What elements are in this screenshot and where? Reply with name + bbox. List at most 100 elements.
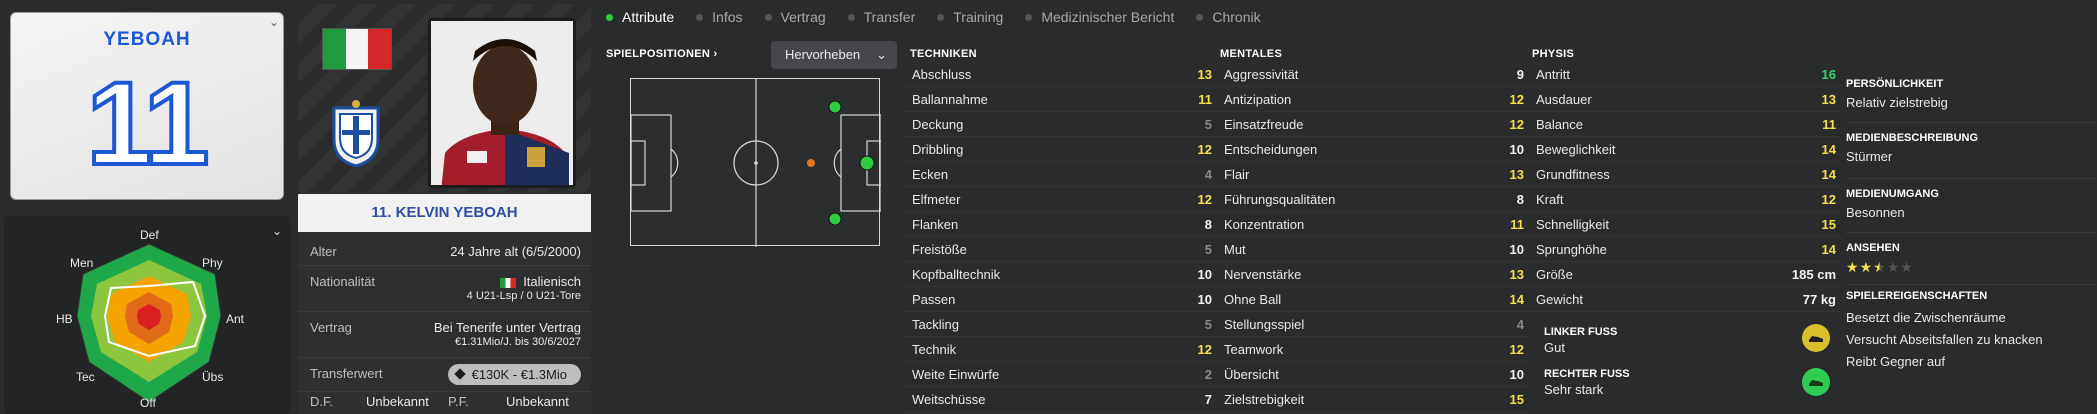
attribute-value: 7 bbox=[1204, 392, 1212, 407]
techniques-title: TECHNIKEN bbox=[910, 48, 977, 60]
attribute-row[interactable]: Größe 185 cm bbox=[1528, 262, 1840, 287]
tab-attribute[interactable]: Attribute bbox=[606, 9, 674, 25]
attribute-row[interactable]: Nervenstärke 13 bbox=[1216, 262, 1528, 287]
attribute-row[interactable]: Dribbling 12 bbox=[904, 137, 1216, 162]
highlight-dropdown[interactable]: Hervorheben ⌄ bbox=[771, 41, 897, 69]
transfer-value: €130K - €1.3Mio bbox=[471, 367, 567, 382]
italy-flag-small-icon bbox=[499, 277, 516, 288]
kit-shirt[interactable]: ⌄ YEBOAH 11 bbox=[10, 12, 284, 200]
mental-title: MENTALES bbox=[1220, 48, 1283, 60]
player-name[interactable]: 11. KELVIN YEBOAH bbox=[298, 194, 591, 232]
tab-infos[interactable]: Infos bbox=[696, 9, 743, 25]
attribute-row[interactable]: Konzentration 11 bbox=[1216, 212, 1528, 237]
position-pitch[interactable] bbox=[630, 78, 881, 247]
attribute-name: Dribbling bbox=[912, 142, 964, 157]
attribute-name: Aggressivität bbox=[1224, 67, 1299, 82]
attribute-row[interactable]: Gewicht 77 kg bbox=[1528, 287, 1840, 312]
attribute-name: Einsatzfreude bbox=[1224, 117, 1304, 132]
trait-item[interactable]: Besetzt die Zwischenräume bbox=[1846, 310, 2096, 325]
df-label: D.F. bbox=[310, 394, 334, 409]
info-transfer-row: Transferwert €130K - €1.3Mio bbox=[298, 358, 591, 392]
contract-label: Vertrag bbox=[310, 320, 352, 335]
attribute-row[interactable]: Sprunghöhe 14 bbox=[1528, 237, 1840, 262]
left-foot-value: Gut bbox=[1544, 340, 1565, 355]
attribute-row[interactable]: Abschluss 13 bbox=[904, 62, 1216, 87]
attribute-row[interactable]: Schnelligkeit 15 bbox=[1528, 212, 1840, 237]
attribute-value: 12 bbox=[1509, 92, 1524, 107]
attribute-value: 12 bbox=[1821, 192, 1836, 207]
attribute-value: 11 bbox=[1198, 92, 1212, 107]
tab-chronik[interactable]: Chronik bbox=[1196, 9, 1261, 25]
attribute-row[interactable]: Freistöße 5 bbox=[904, 237, 1216, 262]
divider bbox=[1846, 284, 2096, 285]
attribute-row[interactable]: Führungsqualitäten 8 bbox=[1216, 187, 1528, 212]
attribute-row[interactable]: Beweglichkeit 14 bbox=[1528, 137, 1840, 162]
attribute-row[interactable]: Ecken 4 bbox=[904, 162, 1216, 187]
attribute-value: 5 bbox=[1204, 317, 1212, 332]
attribute-row[interactable]: Entscheidungen 10 bbox=[1216, 137, 1528, 162]
attribute-name: Sprunghöhe bbox=[1536, 242, 1607, 257]
attribute-value: 10 bbox=[1197, 267, 1212, 282]
techniques-list: Abschluss 13 Ballannahme 11 Deckung 5 Dribblin… bbox=[904, 62, 1216, 412]
attribute-value: 11 bbox=[1510, 217, 1524, 232]
trait-item[interactable]: Reibt Gegner auf bbox=[1846, 354, 2096, 369]
attribute-name: Grundfitness bbox=[1536, 167, 1610, 182]
attribute-row[interactable]: Ohne Ball 14 bbox=[1216, 287, 1528, 312]
attribute-row[interactable]: Flair 13 bbox=[1216, 162, 1528, 187]
attribute-row[interactable]: Kraft 12 bbox=[1528, 187, 1840, 212]
attribute-name: Beweglichkeit bbox=[1536, 142, 1616, 157]
attribute-row[interactable]: Stellungsspiel 4 bbox=[1216, 312, 1528, 337]
attribute-row[interactable]: Technik 12 bbox=[904, 337, 1216, 362]
chevron-down-icon[interactable]: ⌄ bbox=[269, 15, 279, 29]
tab-bar: Attribute Infos Vertrag Transfer Trainin… bbox=[598, 0, 2097, 34]
club-crest-icon[interactable] bbox=[330, 100, 382, 168]
nationality-value[interactable]: Italienisch bbox=[499, 274, 581, 289]
attribute-row[interactable]: Passen 10 bbox=[904, 287, 1216, 312]
attribute-row[interactable]: Ballannahme 11 bbox=[904, 87, 1216, 112]
attribute-row[interactable]: Elfmeter 12 bbox=[904, 187, 1216, 212]
kit-name: YEBOAH bbox=[103, 29, 191, 50]
attribute-row[interactable]: Mut 10 bbox=[1216, 237, 1528, 262]
dot-icon bbox=[1025, 13, 1033, 21]
attribute-row[interactable]: Deckung 5 bbox=[904, 112, 1216, 137]
right-foot-value: Sehr stark bbox=[1544, 382, 1604, 397]
personality-value[interactable]: Relativ zielstrebig bbox=[1846, 95, 2096, 110]
attribute-row[interactable]: Antizipation 12 bbox=[1216, 87, 1528, 112]
tab-transfer[interactable]: Transfer bbox=[847, 9, 915, 25]
star-full-icon: ★ bbox=[1859, 259, 1873, 275]
dot-icon bbox=[847, 13, 855, 21]
tab-vertrag[interactable]: Vertrag bbox=[764, 9, 826, 25]
attribute-value: 16 bbox=[1821, 67, 1836, 82]
attribute-value: 10 bbox=[1509, 142, 1524, 157]
attribute-value: 77 kg bbox=[1802, 292, 1836, 307]
attribute-row[interactable]: Aggressivität 9 bbox=[1216, 62, 1528, 87]
attribute-row[interactable]: Übersicht 10 bbox=[1216, 362, 1528, 387]
trait-item[interactable]: Versucht Abseitsfallen zu knacken bbox=[1846, 332, 2096, 347]
attribute-row[interactable]: Balance 11 bbox=[1528, 112, 1840, 137]
positions-title[interactable]: SPIELPOSITIONEN › bbox=[606, 48, 717, 60]
attribute-row[interactable]: Flanken 8 bbox=[904, 212, 1216, 237]
contract-value[interactable]: Bei Tenerife unter Vertrag bbox=[434, 320, 581, 335]
transfer-value-pill[interactable]: €130K - €1.3Mio bbox=[447, 364, 581, 385]
tab-medical[interactable]: Medizinischer Bericht bbox=[1025, 9, 1174, 25]
attribute-value: 5 bbox=[1204, 117, 1212, 132]
player-info-panel: 11. KELVIN YEBOAH Alter 24 Jahre alt (6/… bbox=[298, 4, 591, 414]
attribute-row[interactable]: Grundfitness 14 bbox=[1528, 162, 1840, 187]
attribute-row[interactable]: Zielstrebigkeit 15 bbox=[1216, 387, 1528, 412]
transfer-value-label: Transferwert bbox=[310, 366, 383, 381]
radar-label-hb: HB bbox=[56, 312, 73, 326]
attribute-row[interactable]: Weitschüsse 7 bbox=[904, 387, 1216, 412]
attribute-row[interactable]: Tackling 5 bbox=[904, 312, 1216, 337]
divider bbox=[1846, 178, 2096, 179]
media-handling-value[interactable]: Besonnen bbox=[1846, 205, 2096, 220]
attribute-row[interactable]: Einsatzfreude 12 bbox=[1216, 112, 1528, 137]
attribute-row[interactable]: Teamwork 12 bbox=[1216, 337, 1528, 362]
attribute-name: Kopfballtechnik bbox=[912, 267, 1001, 282]
attribute-row[interactable]: Weite Einwürfe 2 bbox=[904, 362, 1216, 387]
attribute-row[interactable]: Antritt 16 bbox=[1528, 62, 1840, 87]
attribute-row[interactable]: Ausdauer 13 bbox=[1528, 87, 1840, 112]
attribute-row[interactable]: Kopfballtechnik 10 bbox=[904, 262, 1216, 287]
tab-training[interactable]: Training bbox=[937, 9, 1003, 25]
player-photo bbox=[428, 18, 576, 188]
star-empty-icon: ★ bbox=[1900, 259, 1913, 275]
